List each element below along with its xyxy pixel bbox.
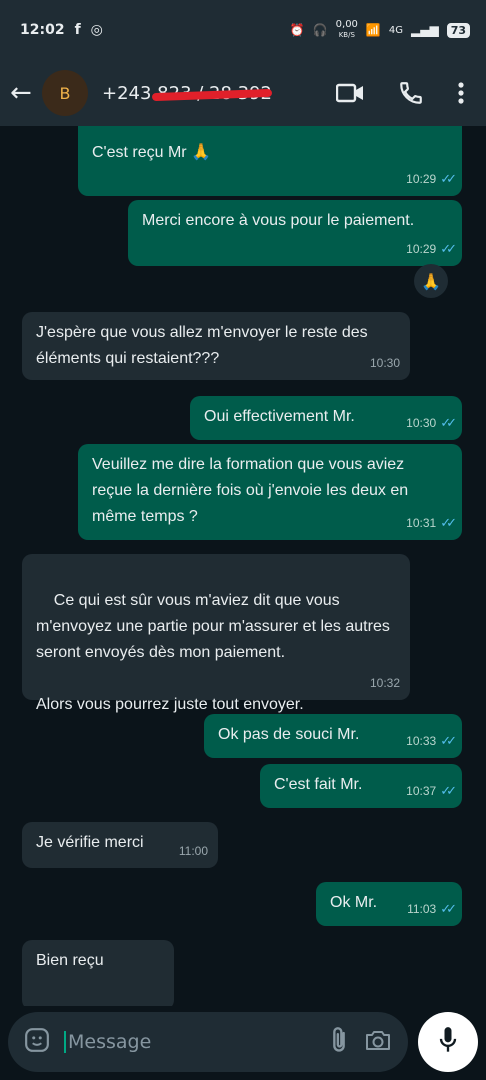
message-text: Oui effectivement Mr. <box>204 408 355 425</box>
message-meta: 10:31 ✓✓ <box>406 510 457 536</box>
message-meta: 10:30 ✓✓ <box>406 410 457 436</box>
message-text: C'est reçu Mr 🙏 <box>92 144 211 161</box>
message-meta: 10:33 ✓✓ <box>406 728 457 754</box>
message-meta: 10:30 <box>369 356 400 370</box>
read-ticks-icon: ✓✓ <box>440 783 457 798</box>
message-bubble[interactable]: Ce qui est sûr vous m'aviez dit que vous… <box>22 554 410 713</box>
facebook-icon: f <box>74 22 81 38</box>
message-text: Bien reçu <box>36 952 104 969</box>
message-bubble[interactable]: C'est reçu Mr 🙏 10:29 ✓✓ <box>78 126 462 196</box>
back-arrow-icon[interactable]: ← <box>10 78 40 108</box>
data-rate: 0,00 KB/S <box>335 19 358 40</box>
messenger-icon: ◎ <box>90 22 103 38</box>
status-time: 12:02 <box>20 22 65 38</box>
battery-indicator: 73 <box>446 22 470 38</box>
voice-call-icon[interactable] <box>398 80 424 106</box>
message-bubble[interactable]: Merci encore à vous pour le paiement. 10… <box>128 200 462 266</box>
message-meta: 10:29 ✓✓ <box>406 166 457 192</box>
message-bubble[interactable]: Je vérifie merci 11:00 <box>22 822 218 868</box>
microphone-button[interactable] <box>418 1012 478 1072</box>
video-call-icon[interactable] <box>336 83 364 103</box>
contact-name[interactable]: +243 823 / 28 392 <box>102 83 273 104</box>
message-meta: 10:32 <box>369 676 400 690</box>
alarm-icon: ⏰ <box>289 23 305 37</box>
avatar[interactable]: B <box>42 70 88 116</box>
read-ticks-icon: ✓✓ <box>440 901 457 916</box>
read-ticks-icon: ✓✓ <box>440 415 457 430</box>
message-text: Ce qui est sûr vous m'aviez dit que vous… <box>36 592 390 713</box>
read-ticks-icon: ✓✓ <box>440 733 457 748</box>
message-text: Je vérifie merci <box>36 834 144 851</box>
message-bubble[interactable]: J'espère que vous allez m'envoyer le res… <box>22 312 410 380</box>
emoji-icon[interactable] <box>24 1027 50 1057</box>
read-ticks-icon: ✓✓ <box>440 241 457 256</box>
message-bubble[interactable]: Ok Mr. 11:03 ✓✓ <box>316 882 462 926</box>
message-bubble[interactable]: Bien reçu <box>22 940 174 1006</box>
composer-bar: Message <box>0 1006 486 1080</box>
message-bubble[interactable]: C'est fait Mr. 10:37 ✓✓ <box>260 764 462 808</box>
message-text: Merci encore à vous pour le paiement. <box>142 212 415 229</box>
read-ticks-icon: ✓✓ <box>440 515 457 530</box>
camera-icon[interactable] <box>364 1028 392 1056</box>
message-meta: 10:37 ✓✓ <box>406 778 457 804</box>
reaction-badge[interactable]: 🙏 <box>414 264 448 298</box>
message-list[interactable]: C'est reçu Mr 🙏 10:29 ✓✓ Merci encore à v… <box>0 126 486 1006</box>
more-options-icon[interactable] <box>458 81 464 105</box>
message-bubble[interactable]: Ok pas de souci Mr. 10:33 ✓✓ <box>204 714 462 758</box>
message-meta: 11:03 ✓✓ <box>407 896 457 922</box>
message-text: Ok Mr. <box>330 894 378 911</box>
message-bubble[interactable]: Oui effectivement Mr. 10:30 ✓✓ <box>190 396 462 440</box>
message-text: Ok pas de souci Mr. <box>218 726 360 743</box>
headphones-icon: 🎧 <box>312 23 328 37</box>
status-bar: 12:02 f ◎ ⏰ 🎧 0,00 KB/S 📶 4G ▂▄▆ 73 <box>0 0 486 60</box>
message-bubble[interactable]: Veuillez me dire la formation que vous a… <box>78 444 462 540</box>
network-type: 4G <box>388 24 403 36</box>
wifi-icon: 📶 <box>365 23 381 37</box>
attach-icon[interactable] <box>328 1026 350 1058</box>
message-text: Veuillez me dire la formation que vous a… <box>92 456 409 525</box>
message-meta: 11:00 <box>178 844 208 858</box>
read-ticks-icon: ✓✓ <box>440 171 457 186</box>
message-input[interactable]: Message <box>8 1012 408 1072</box>
message-text: J'espère que vous allez m'envoyer le res… <box>36 324 368 367</box>
signal-icon: ▂▄▆ <box>411 23 439 37</box>
message-meta: 10:29 ✓✓ <box>406 236 457 262</box>
message-text: C'est fait Mr. <box>274 776 363 793</box>
microphone-icon <box>437 1026 459 1058</box>
chat-header: ← B +243 823 / 28 392 <box>0 60 486 126</box>
message-placeholder[interactable]: Message <box>64 1031 314 1053</box>
